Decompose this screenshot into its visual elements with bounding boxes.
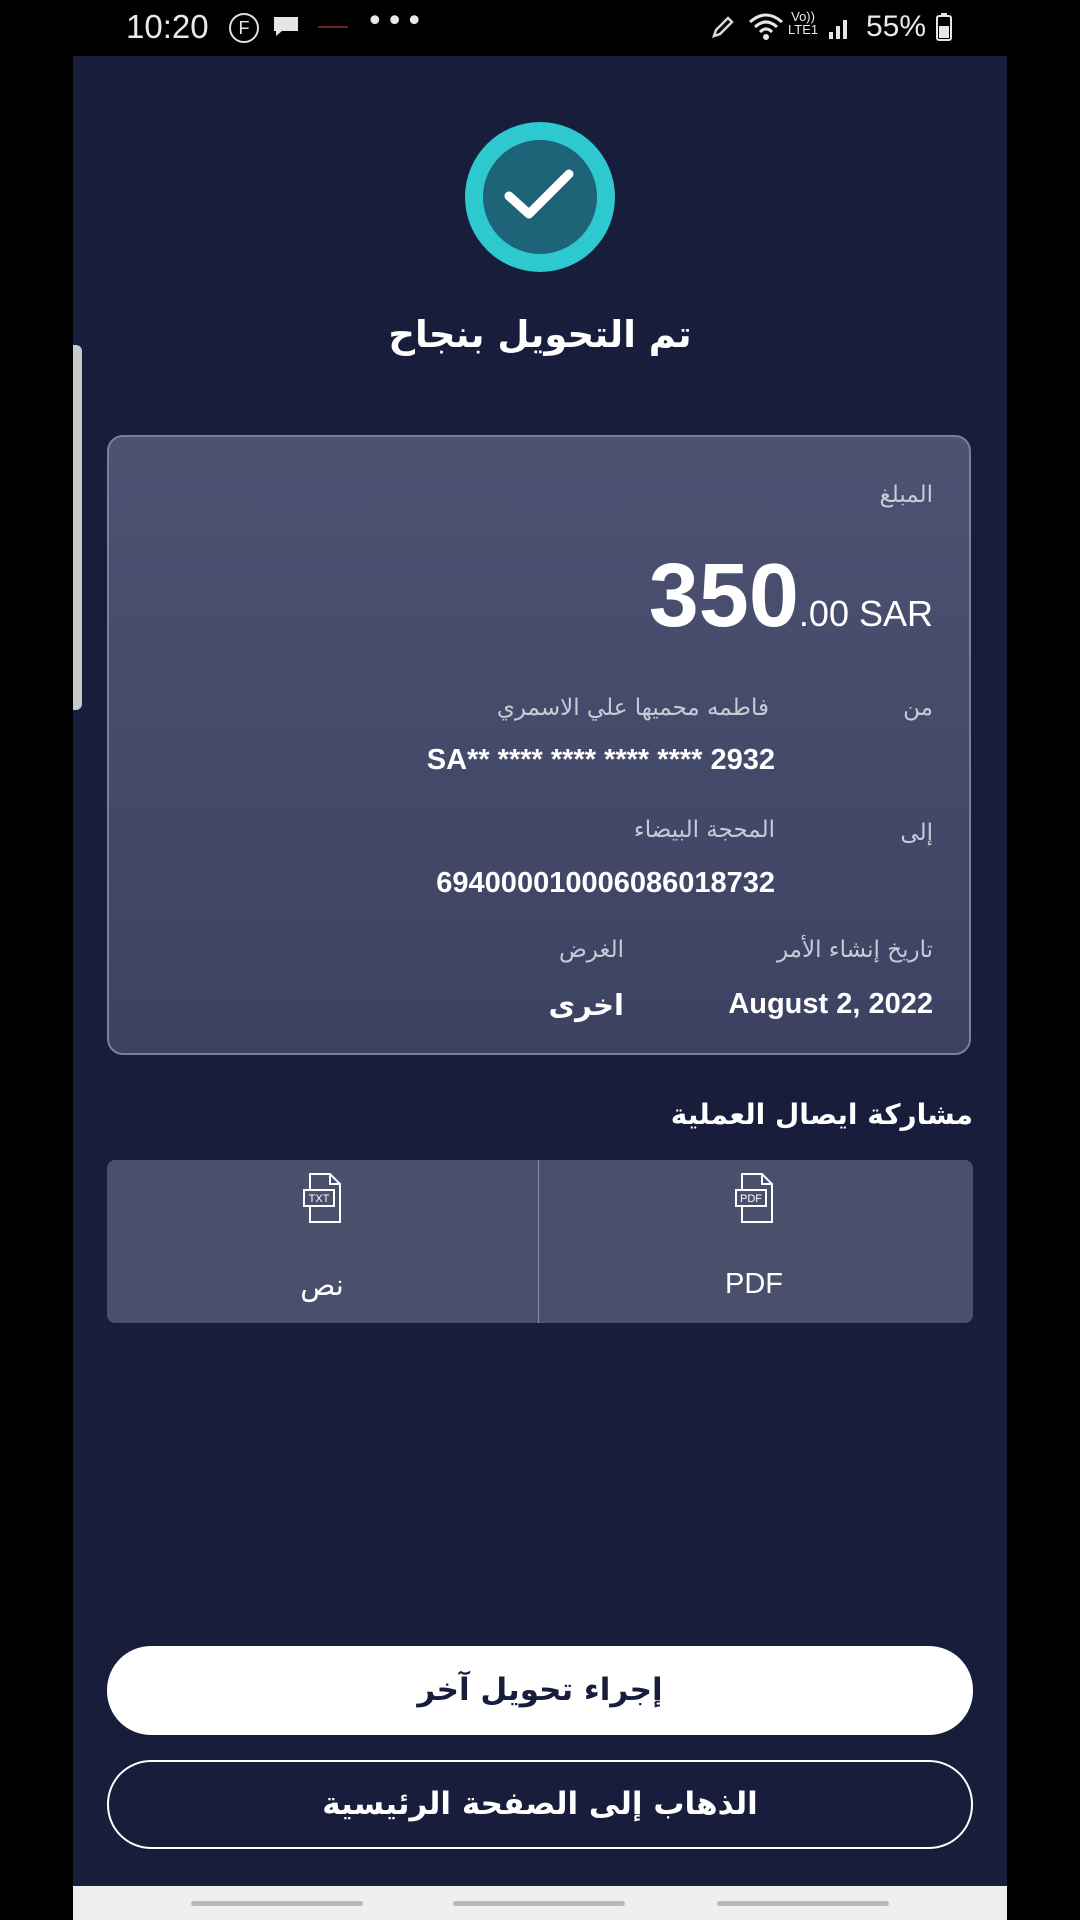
navigation-bar (73, 1886, 1007, 1920)
notification-line-icon (318, 26, 348, 28)
from-label: من (903, 695, 933, 721)
share-pdf-button[interactable]: PDF PDF (539, 1160, 969, 1323)
to-name: المحجة البيضاء (633, 817, 775, 843)
share-receipt-title: مشاركة ايصال العملية (670, 1098, 973, 1131)
purpose-value: اخرى (548, 988, 624, 1022)
pdf-file-icon: PDF (735, 1173, 773, 1223)
pen-icon (712, 16, 734, 38)
svg-text:PDF: PDF (740, 1193, 762, 1205)
battery-percent: 55% (866, 10, 927, 43)
facebook-icon: F (229, 13, 259, 43)
purpose-label: الغرض (559, 937, 624, 963)
amount-whole: 350 (648, 546, 799, 646)
wifi-icon (749, 13, 783, 40)
share-txt-label: نص (300, 1268, 344, 1302)
right-frame (1007, 56, 1080, 1920)
amount-value: 350.00 SAR (649, 545, 933, 648)
amount-label: المبلغ (879, 482, 934, 508)
more-notifications-icon: ••• (366, 4, 426, 39)
nav-back-indicator[interactable] (717, 1901, 889, 1906)
status-time: 10:20 (126, 8, 209, 45)
from-name: فاطمه محميها علي الاسمري (496, 695, 769, 721)
share-options: TXT نص PDF PDF (107, 1160, 973, 1323)
nav-recents-indicator[interactable] (191, 1901, 363, 1906)
new-transfer-button[interactable]: إجراء تحويل آخر (107, 1646, 973, 1735)
share-txt-button[interactable]: TXT نص (107, 1160, 537, 1323)
transfer-details-card: المبلغ 350.00 SAR من فاطمه محميها علي ال… (107, 435, 971, 1055)
to-label: إلى (900, 820, 933, 846)
status-bar: 10:20 F ••• Vo)) LTE1 55% (0, 0, 1080, 56)
go-home-button[interactable]: الذهاب إلى الصفحة الرئيسية (107, 1760, 973, 1849)
nav-home-indicator[interactable] (453, 1901, 625, 1906)
signal-icon (829, 20, 847, 39)
txt-file-icon: TXT (303, 1173, 341, 1223)
amount-decimal: .00 SAR (798, 593, 933, 634)
edge-panel-handle[interactable] (73, 345, 82, 710)
volte-indicator: Vo)) LTE1 (788, 9, 819, 37)
check-circle-icon (465, 122, 615, 272)
to-account: 694000010006086018732 (436, 867, 775, 899)
date-label: تاريخ إنشاء الأمر (776, 937, 933, 963)
message-icon (274, 17, 298, 36)
date-value: August 2, 2022 (728, 988, 933, 1020)
share-pdf-label: PDF (725, 1268, 783, 1300)
battery-icon (936, 13, 952, 41)
page-title: تم التحويل بنجاح (388, 313, 692, 356)
left-frame (0, 56, 73, 1920)
svg-text:TXT: TXT (309, 1193, 330, 1205)
from-account: SA** **** **** **** **** 2932 (426, 744, 775, 776)
